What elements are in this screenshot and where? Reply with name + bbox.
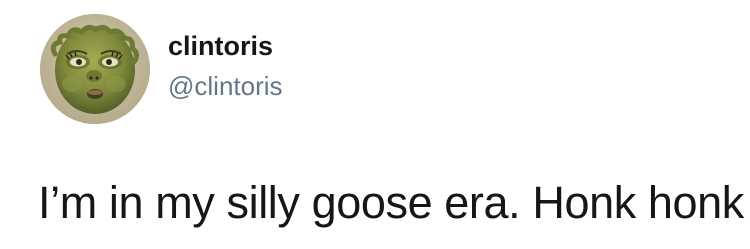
tweet-card: clintoris @clintoris I’m in my silly goo…	[0, 0, 750, 249]
tweet-header: clintoris @clintoris	[168, 30, 283, 101]
tweet-text: I’m in my silly goose era. Honk honk	[38, 177, 744, 228]
display-name[interactable]: clintoris	[168, 30, 283, 62]
user-avatar[interactable]	[40, 14, 150, 124]
grinch-face-avatar-icon	[40, 14, 150, 124]
user-handle[interactable]: @clintoris	[168, 71, 283, 101]
